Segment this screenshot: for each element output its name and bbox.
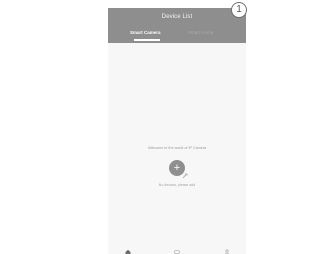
tab-smart-home[interactable]: Smart Home [188,30,213,36]
message-icon[interactable] [174,249,180,254]
bottom-nav-bar [108,246,246,254]
app-screen: Device List Smart Camera Smart Home Welc… [108,8,246,254]
empty-state-text: No devices, please add [158,183,196,187]
header-bar: Device List Smart Camera Smart Home [108,8,246,43]
profile-icon[interactable] [224,249,230,254]
hand-pointer-icon [182,173,188,179]
welcome-message: Welcome to the world of IP Camera [147,146,207,150]
step-number-badge: 1 [231,2,247,18]
page-title: Device List [161,14,193,20]
tab-smart-camera[interactable]: Smart Camera [130,30,161,36]
home-icon[interactable] [125,249,131,254]
active-tab-indicator [134,39,160,41]
